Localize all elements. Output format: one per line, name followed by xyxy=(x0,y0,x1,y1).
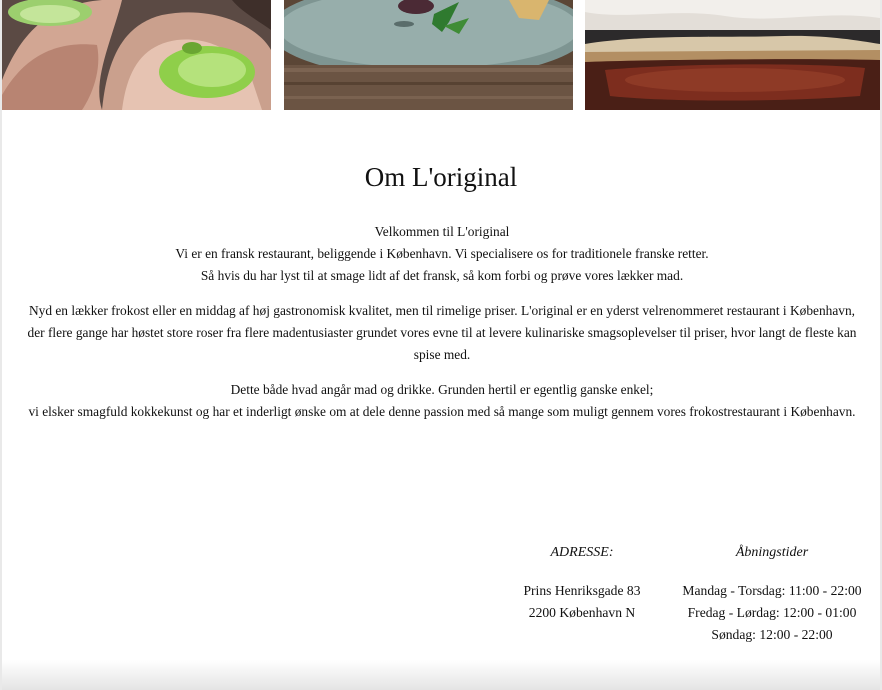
cake-photo xyxy=(585,0,880,110)
address-line: Prins Henriksgade 83 xyxy=(523,583,641,598)
opening-hours-heading: Åbningstider xyxy=(735,545,809,560)
hours-line: Fredag - Lørdag: 12:00 - 01:00 xyxy=(687,605,857,620)
opening-hours-block: Åbningstider Mandag - Torsdag: 11:00 - 2… xyxy=(681,542,863,646)
about-title: Om L'original xyxy=(364,162,518,192)
plated-dish-photo xyxy=(284,0,573,110)
page: Om L'original Velkommen til L'original V… xyxy=(2,0,880,690)
address-line: 2200 København N xyxy=(528,605,636,620)
about-line: Nyd en lækker frokost eller en middag af… xyxy=(28,303,856,318)
about-text: Velkommen til L'original Vi er en fransk… xyxy=(24,221,860,436)
bottom-fade xyxy=(2,660,880,690)
about-paragraph: Dette både hvad angår mad og drikke. Gru… xyxy=(24,379,860,423)
about-line: Vi er en fransk restaurant, beliggende i… xyxy=(175,246,709,261)
address-heading: ADRESSE: xyxy=(550,545,614,560)
about-line: Så hvis du har lyst til at smage lidt af… xyxy=(200,268,684,283)
about-paragraph: Nyd en lækker frokost eller en middag af… xyxy=(24,300,860,366)
about-line: Velkommen til L'original xyxy=(374,224,510,239)
address-block: ADRESSE: Prins Henriksgade 83 2200 Køben… xyxy=(520,542,644,624)
about-line: Dette både hvad angår mad og drikke. Gru… xyxy=(230,382,654,397)
food-photo-gallery xyxy=(2,0,880,110)
hours-line: Søndag: 12:00 - 22:00 xyxy=(711,627,833,642)
about-line: der flere gange har høstet store roser f… xyxy=(27,325,857,362)
escargot-photo xyxy=(2,0,271,110)
about-paragraph: Velkommen til L'original Vi er en fransk… xyxy=(24,221,860,287)
hours-line: Mandag - Torsdag: 11:00 - 22:00 xyxy=(682,583,862,598)
about-line: vi elsker smagfuld kokkekunst og har et … xyxy=(28,404,856,419)
